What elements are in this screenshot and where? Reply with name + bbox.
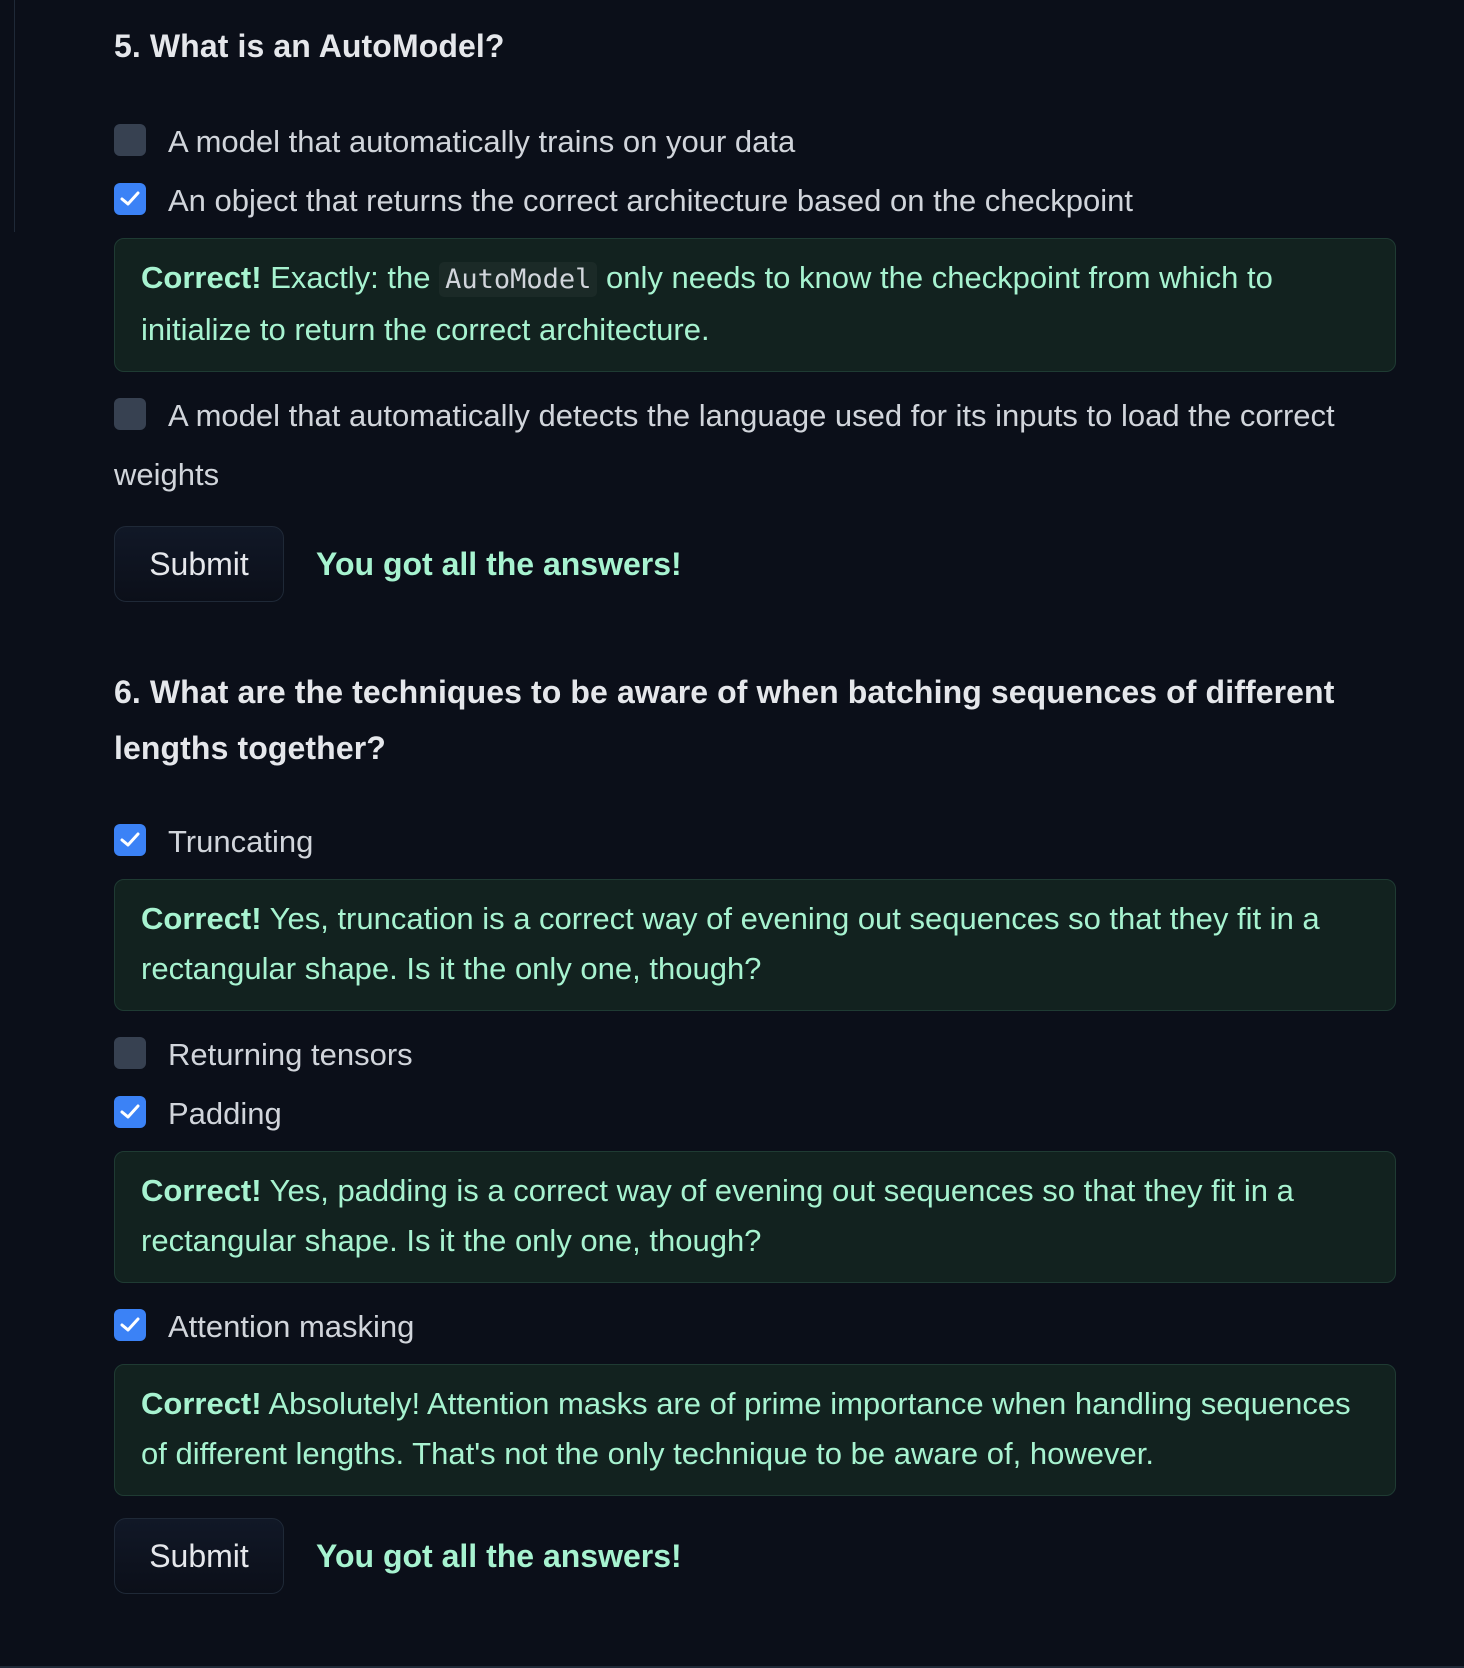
check-icon [120, 1317, 140, 1332]
option-trains-on-data[interactable]: A model that automatically trains on you… [114, 112, 1396, 171]
question-title: 5. What is an AutoModel? [114, 28, 505, 64]
feedback-text: Yes, truncation is a correct way of even… [141, 901, 1320, 986]
question-6: 6. What are the techniques to be aware o… [114, 660, 1396, 1594]
option-attention-masking[interactable]: Attention masking [114, 1297, 1396, 1356]
feedback-correct: Correct! Exactly: the AutoModel only nee… [114, 238, 1396, 372]
option-detects-language[interactable]: A model that automatically detects the l… [114, 386, 1396, 504]
checkbox-checked[interactable] [114, 1095, 146, 1128]
feedback-text: Exactly: the [261, 260, 440, 295]
option-label: Returning tensors [168, 1037, 413, 1072]
feedback-text: Absolutely! Attention masks are of prime… [141, 1386, 1351, 1471]
check-icon [120, 832, 140, 847]
checkbox[interactable] [114, 1036, 146, 1069]
feedback-prefix: Correct! [141, 260, 262, 295]
question-5: 5. What is an AutoModel? A model that au… [114, 0, 1396, 602]
feedback-correct: Correct! Yes, truncation is a correct wa… [114, 879, 1396, 1011]
feedback-prefix: Correct! [141, 1173, 262, 1208]
checkbox[interactable] [114, 397, 146, 430]
feedback-prefix: Correct! [141, 1386, 262, 1421]
check-icon [120, 1104, 140, 1119]
quiz-content: 5. What is an AutoModel? A model that au… [114, 0, 1396, 1594]
sidebar-edge [0, 0, 15, 232]
check-icon [120, 191, 140, 206]
checkbox-checked[interactable] [114, 1308, 146, 1341]
option-label: Attention masking [168, 1309, 415, 1344]
feedback-prefix: Correct! [141, 901, 262, 936]
question-title: 6. What are the techniques to be aware o… [114, 674, 1335, 766]
result-message: You got all the answers! [316, 545, 682, 582]
option-label: Padding [168, 1096, 282, 1131]
checkbox-checked[interactable] [114, 182, 146, 215]
feedback-correct: Correct! Yes, padding is a correct way o… [114, 1151, 1396, 1283]
checkbox-checked[interactable] [114, 823, 146, 856]
result-message: You got all the answers! [316, 1537, 682, 1574]
option-label: A model that automatically detects the l… [114, 398, 1335, 492]
checkbox[interactable] [114, 123, 146, 156]
option-label: Truncating [168, 824, 314, 859]
options-list: A model that automatically trains on you… [114, 112, 1396, 504]
feedback-correct: Correct! Absolutely! Attention masks are… [114, 1364, 1396, 1496]
option-label: A model that automatically trains on you… [168, 124, 796, 159]
submit-button[interactable]: Submit [114, 526, 284, 602]
submit-row: Submit You got all the answers! [114, 526, 1396, 602]
inline-code: AutoModel [439, 262, 598, 297]
option-truncating[interactable]: Truncating [114, 812, 1396, 871]
options-list: Truncating Correct! Yes, truncation is a… [114, 812, 1396, 1496]
feedback-text: Yes, padding is a correct way of evening… [141, 1173, 1294, 1258]
option-returning-tensors[interactable]: Returning tensors [114, 1025, 1396, 1084]
submit-row: Submit You got all the answers! [114, 1518, 1396, 1594]
option-label: An object that returns the correct archi… [168, 183, 1133, 218]
submit-button[interactable]: Submit [114, 1518, 284, 1594]
option-correct-architecture[interactable]: An object that returns the correct archi… [114, 171, 1396, 230]
option-padding[interactable]: Padding [114, 1084, 1396, 1143]
